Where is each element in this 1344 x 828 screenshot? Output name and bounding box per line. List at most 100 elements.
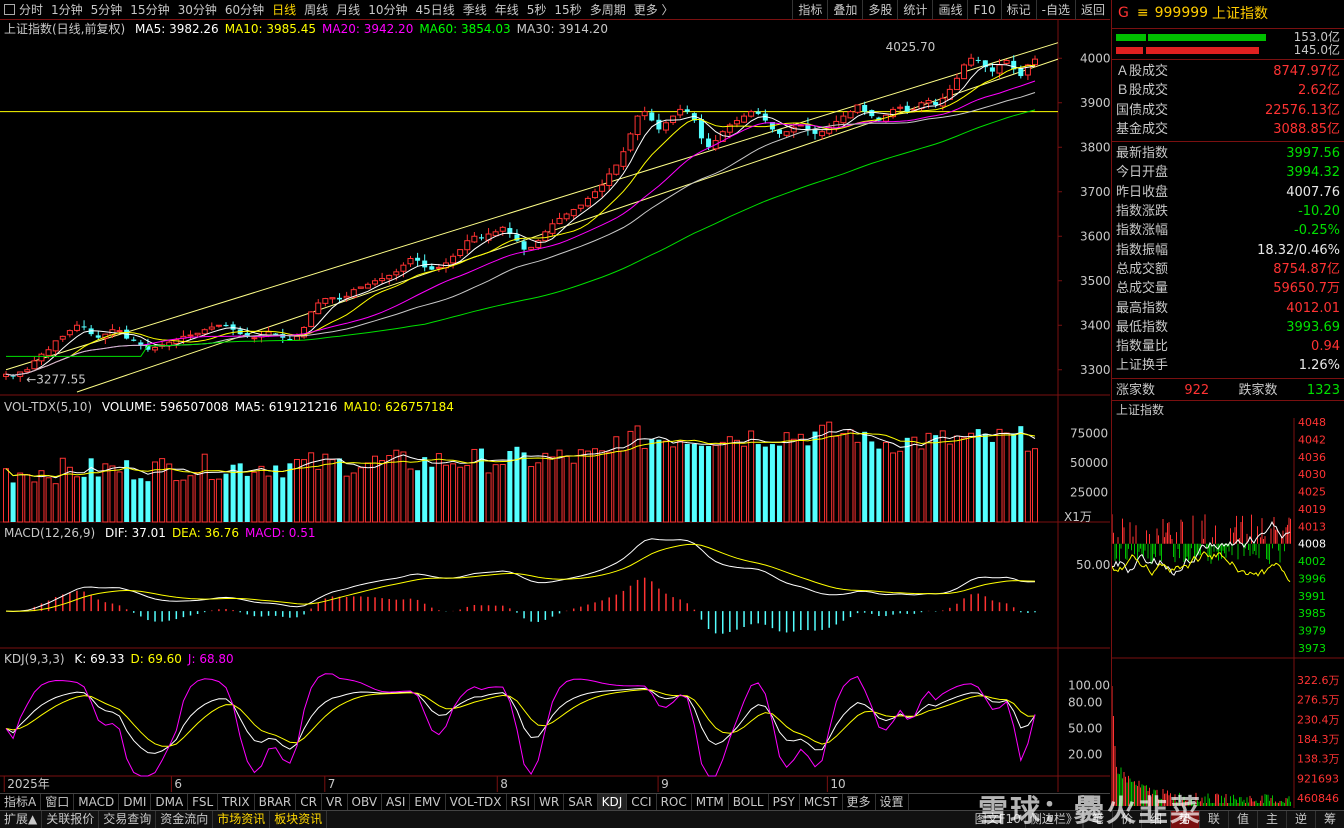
timeframe-1[interactable]: 1分钟 [47,0,87,20]
indicator-tab-22[interactable]: PSY [769,794,800,810]
volume-bar [24,474,31,523]
indicator-tab-20[interactable]: MTM [692,794,729,810]
timeframe-13[interactable]: 5秒 [523,0,551,20]
indicator-tab-11[interactable]: ASI [382,794,411,810]
volume-bar [897,450,904,523]
timeframe-5[interactable]: 60分钟 [221,0,268,20]
indicator-tab-1[interactable]: 窗口 [41,794,75,810]
candle-body [24,369,31,373]
candle-body [592,191,599,199]
volume-bar [492,464,499,523]
volume-bar [124,460,130,522]
toolbar-button-4[interactable]: 画线 [932,0,967,20]
indicator-tab-3[interactable]: DMI [119,794,152,810]
candle-body [251,337,258,340]
mini-volume-tick: 460846 [1297,792,1339,805]
bottom-link-5[interactable]: 板块资讯 [270,811,328,828]
indicator-tab-19[interactable]: ROC [657,794,692,810]
volume-bar [116,471,123,523]
menu-icon[interactable]: ≡ [1137,5,1149,21]
indicator-tab-21[interactable]: BOLL [729,794,769,810]
timeframe-14[interactable]: 15秒 [550,0,585,20]
toolbar-button-1[interactable]: 叠加 [827,0,862,20]
indicator-tab-10[interactable]: OBV [348,794,383,810]
candle-body [1003,59,1010,64]
volume-bar [159,458,166,523]
timeframe-7[interactable]: 周线 [300,0,332,20]
timeframe-15[interactable]: 多周期 [586,0,630,20]
timeframe-3[interactable]: 15分钟 [126,0,173,20]
toolbar-button-7[interactable]: -自选 [1035,0,1075,20]
stat-label: 指数振幅 [1116,242,1169,258]
indicator-tab-7[interactable]: BRAR [255,794,297,810]
bottom-link-2[interactable]: 交易查询 [99,811,157,828]
toolbar-button-8[interactable]: 返回 [1074,0,1110,20]
indicator-tab-24[interactable]: 更多 [843,794,876,810]
candle-body [343,295,350,299]
indicator-tab-25[interactable]: 设置 [876,794,909,810]
toolbar-button-0[interactable]: 指标 [792,0,827,20]
candle-body [996,64,1003,74]
indicator-tab-14[interactable]: RSI [507,794,536,810]
volume-bar [273,465,279,522]
volume-bar [152,461,159,523]
timeframe-10[interactable]: 45日线 [411,0,458,20]
indicator-tab-6[interactable]: TRIX [218,794,255,810]
indicator-tab-2[interactable]: MACD [74,794,120,810]
toolbar-button-3[interactable]: 统计 [897,0,932,20]
indicator-tab-0[interactable]: 指标A [0,794,42,810]
volume-bar [1011,433,1017,522]
volume-bar [677,440,684,523]
candle-body [429,266,435,270]
volume-bar [208,479,215,523]
ma30-line [5,92,1036,376]
timeframe-4[interactable]: 30分钟 [174,0,221,20]
indicator-tab-4[interactable]: DMA [151,794,189,810]
timeframe-12[interactable]: 年线 [491,0,523,20]
volume-bar [514,446,520,522]
x-tick-label: 7 [328,777,336,791]
timeframe-8[interactable]: 月线 [332,0,364,20]
volume-bar [223,473,229,522]
indicator-tab-13[interactable]: VOL-TDX [446,794,507,810]
toolbar-button-5[interactable]: F10 [967,0,1000,20]
view-button-8[interactable]: 筹 [1314,811,1344,828]
timeframe-2[interactable]: 5分钟 [87,0,127,20]
volume-bar [442,464,449,523]
mini-intraday-chart[interactable]: 4048 4042 4036 4030 4025 4019 4013 4008 4002 3996… [1112,418,1344,808]
kdj-tick-label: 100.00 [1068,678,1110,692]
timeframe-6[interactable]: 日线 [268,0,300,20]
indicator-tab-18[interactable]: CCI [627,794,657,810]
indicator-tab-15[interactable]: WR [535,794,565,810]
stat-value: 22576.13亿 [1264,102,1340,118]
indicator-tab-16[interactable]: SAR [564,794,598,810]
window-icon [4,4,15,15]
kdj-tick-label: 50.00 [1068,721,1102,735]
candle-body [748,111,755,117]
toolbar-button-2[interactable]: 多股 [862,0,897,20]
indicator-tab-5[interactable]: FSL [188,794,219,810]
candle-body [400,264,407,272]
volume-bar [656,439,662,522]
timeframe-16[interactable]: 更多 〉 [630,0,678,20]
volume-bar [435,453,442,523]
stat-value: 3997.56 [1286,146,1340,162]
kdj-k-line [5,687,1036,754]
toolbar-button-6[interactable]: 标记 [1000,0,1036,20]
bottom-link-0[interactable]: 扩展▲ [0,811,43,828]
indicator-tab-17[interactable]: KDJ [597,794,628,810]
timeframe-0[interactable]: 分时 [15,0,47,20]
bottom-link-3[interactable]: 资金流向 [156,811,214,828]
indicator-tab-23[interactable]: MCST [800,794,843,810]
kdj-title: KDJ(9,3,3) [4,652,65,666]
timeframe-11[interactable]: 季线 [459,0,491,20]
timeframe-9[interactable]: 10分钟 [364,0,411,20]
bottom-link-4[interactable]: 市场资讯 [213,811,271,828]
volume-bar [726,436,733,523]
bottom-link-1[interactable]: 关联报价 [42,811,100,828]
candle-body [457,249,464,256]
indicator-tab-8[interactable]: CR [296,794,322,810]
volume-bar [1018,426,1024,522]
indicator-tab-12[interactable]: EMV [410,794,446,810]
indicator-tab-9[interactable]: VR [322,794,348,810]
